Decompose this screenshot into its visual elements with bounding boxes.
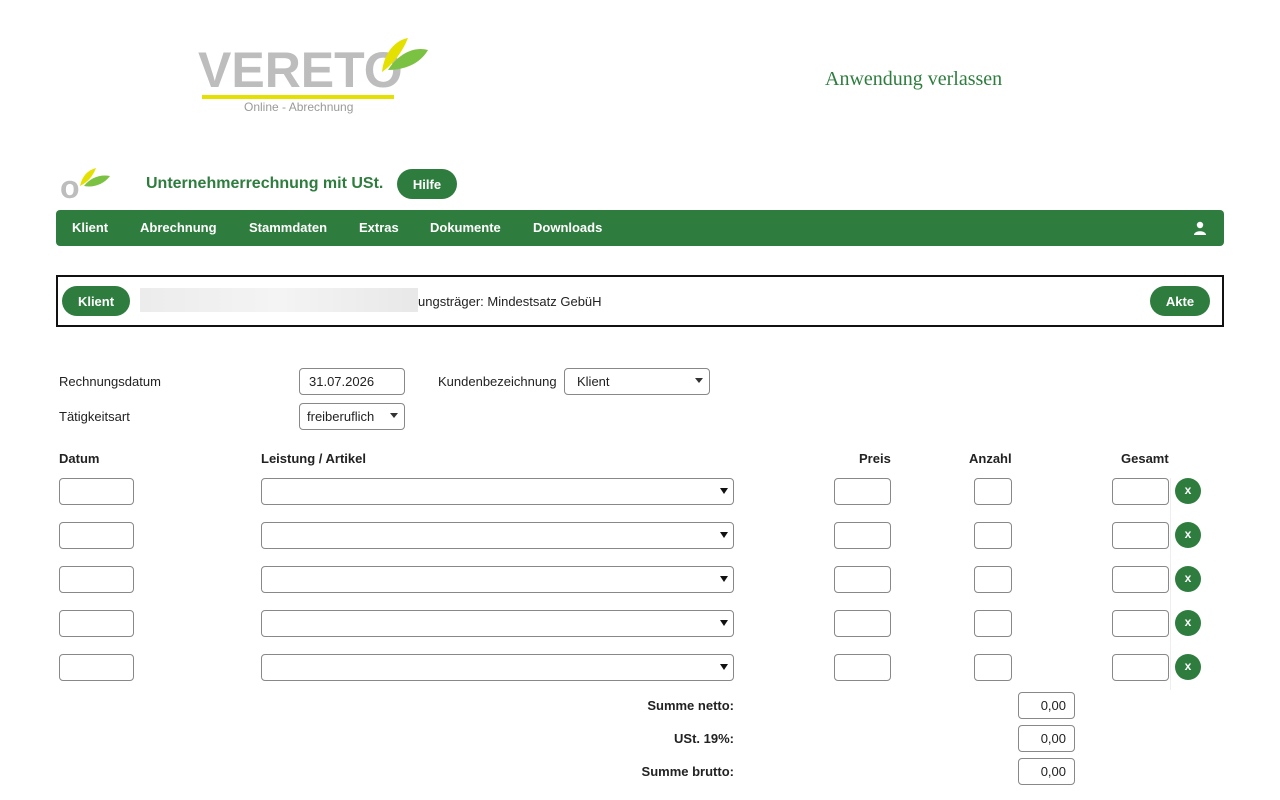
table-row: x (0, 610, 1280, 640)
row-quantity-input[interactable] (974, 478, 1012, 505)
table-row: x (0, 522, 1280, 552)
row-total-input[interactable] (1112, 478, 1169, 505)
net-total-field: 0,00 (1018, 692, 1075, 719)
invoice-date-label: Rechnungsdatum (59, 374, 161, 389)
row-price-input[interactable] (834, 522, 891, 549)
vereto-logo: VERETO Online - Abrechnung (198, 36, 433, 118)
row-price-input[interactable] (834, 610, 891, 637)
row-date-input[interactable] (59, 566, 134, 593)
client-info-text: ungsträger: Mindestsatz GebüH (418, 294, 602, 309)
row-quantity-input[interactable] (974, 610, 1012, 637)
table-row: x (0, 478, 1280, 508)
caret-down-icon (720, 488, 728, 494)
caret-down-icon (720, 664, 728, 670)
row-quantity-input[interactable] (974, 566, 1012, 593)
activity-type-value: freiberuflich (307, 409, 375, 424)
logo-wordmark: VERETO (198, 42, 403, 98)
customer-designation-value: Klient (577, 374, 610, 389)
row-price-input[interactable] (834, 478, 891, 505)
row-date-input[interactable] (59, 610, 134, 637)
caret-down-icon (720, 620, 728, 626)
vat-field: 0,00 (1018, 725, 1075, 752)
small-logo-icon: o (60, 168, 110, 202)
page-title: Unternehmerrechnung mit USt. (146, 175, 384, 192)
activity-type-select[interactable]: freiberuflich (299, 403, 405, 430)
caret-down-icon (720, 532, 728, 538)
exit-app-link[interactable]: Anwendung verlassen (825, 68, 1002, 91)
row-price-input[interactable] (834, 566, 891, 593)
column-header-quantity: Anzahl (969, 451, 1012, 466)
file-button[interactable]: Akte (1150, 286, 1210, 316)
row-total-input[interactable] (1112, 522, 1169, 549)
svg-text:o: o (60, 169, 80, 202)
row-quantity-input[interactable] (974, 522, 1012, 549)
gross-total-field: 0,00 (1018, 758, 1075, 785)
row-price-input[interactable] (834, 654, 891, 681)
main-navbar: Klient Abrechnung Stammdaten Extras Doku… (56, 210, 1224, 246)
column-header-service: Leistung / Artikel (261, 451, 366, 466)
invoice-date-input[interactable]: 31.07.2026 (299, 368, 405, 395)
column-header-total: Gesamt (1121, 451, 1169, 466)
remove-row-button[interactable]: x (1175, 478, 1201, 504)
row-date-input[interactable] (59, 522, 134, 549)
column-header-date: Datum (59, 451, 100, 466)
invoice-date-value: 31.07.2026 (309, 374, 375, 389)
nav-item-dokumente[interactable]: Dokumente (430, 220, 501, 235)
customer-designation-select[interactable]: Klient (564, 368, 710, 395)
caret-down-icon (720, 576, 728, 582)
nav-item-stammdaten[interactable]: Stammdaten (249, 220, 327, 235)
remove-row-button[interactable]: x (1175, 566, 1201, 592)
remove-row-button[interactable]: x (1175, 610, 1201, 636)
masked-client-name (140, 288, 418, 312)
customer-designation-label: Kundenbezeichnung (438, 374, 557, 389)
activity-type-label: Tätigkeitsart (59, 409, 130, 424)
row-total-input[interactable] (1112, 566, 1169, 593)
nav-item-downloads[interactable]: Downloads (533, 220, 602, 235)
logo-subtitle: Online - Abrechnung (244, 100, 354, 114)
row-quantity-input[interactable] (974, 654, 1012, 681)
row-date-input[interactable] (59, 654, 134, 681)
chevron-down-icon (390, 413, 398, 418)
client-info-bar: Klient ungsträger: Mindestsatz GebüH Akt… (56, 275, 1224, 327)
row-service-combobox[interactable] (261, 566, 734, 593)
client-button[interactable]: Klient (62, 286, 130, 316)
row-service-combobox[interactable] (261, 610, 734, 637)
chevron-down-icon (695, 378, 703, 383)
remove-row-button[interactable]: x (1175, 522, 1201, 548)
help-button[interactable]: Hilfe (397, 169, 457, 199)
row-total-input[interactable] (1112, 610, 1169, 637)
row-service-combobox[interactable] (261, 654, 734, 681)
gross-total-label: Summe brutto: (641, 764, 734, 779)
row-date-input[interactable] (59, 478, 134, 505)
table-row: x (0, 654, 1280, 684)
row-total-input[interactable] (1112, 654, 1169, 681)
nav-item-abrechnung[interactable]: Abrechnung (140, 220, 217, 235)
user-icon[interactable] (1193, 221, 1207, 235)
nav-item-extras[interactable]: Extras (359, 220, 399, 235)
row-service-combobox[interactable] (261, 478, 734, 505)
logo-underline (202, 95, 394, 99)
vat-label: USt. 19%: (674, 731, 734, 746)
table-row: x (0, 566, 1280, 596)
column-header-price: Preis (859, 451, 891, 466)
row-service-combobox[interactable] (261, 522, 734, 549)
nav-item-klient[interactable]: Klient (72, 220, 108, 235)
net-total-label: Summe netto: (647, 698, 734, 713)
remove-row-button[interactable]: x (1175, 654, 1201, 680)
leaf-icon (382, 38, 428, 72)
